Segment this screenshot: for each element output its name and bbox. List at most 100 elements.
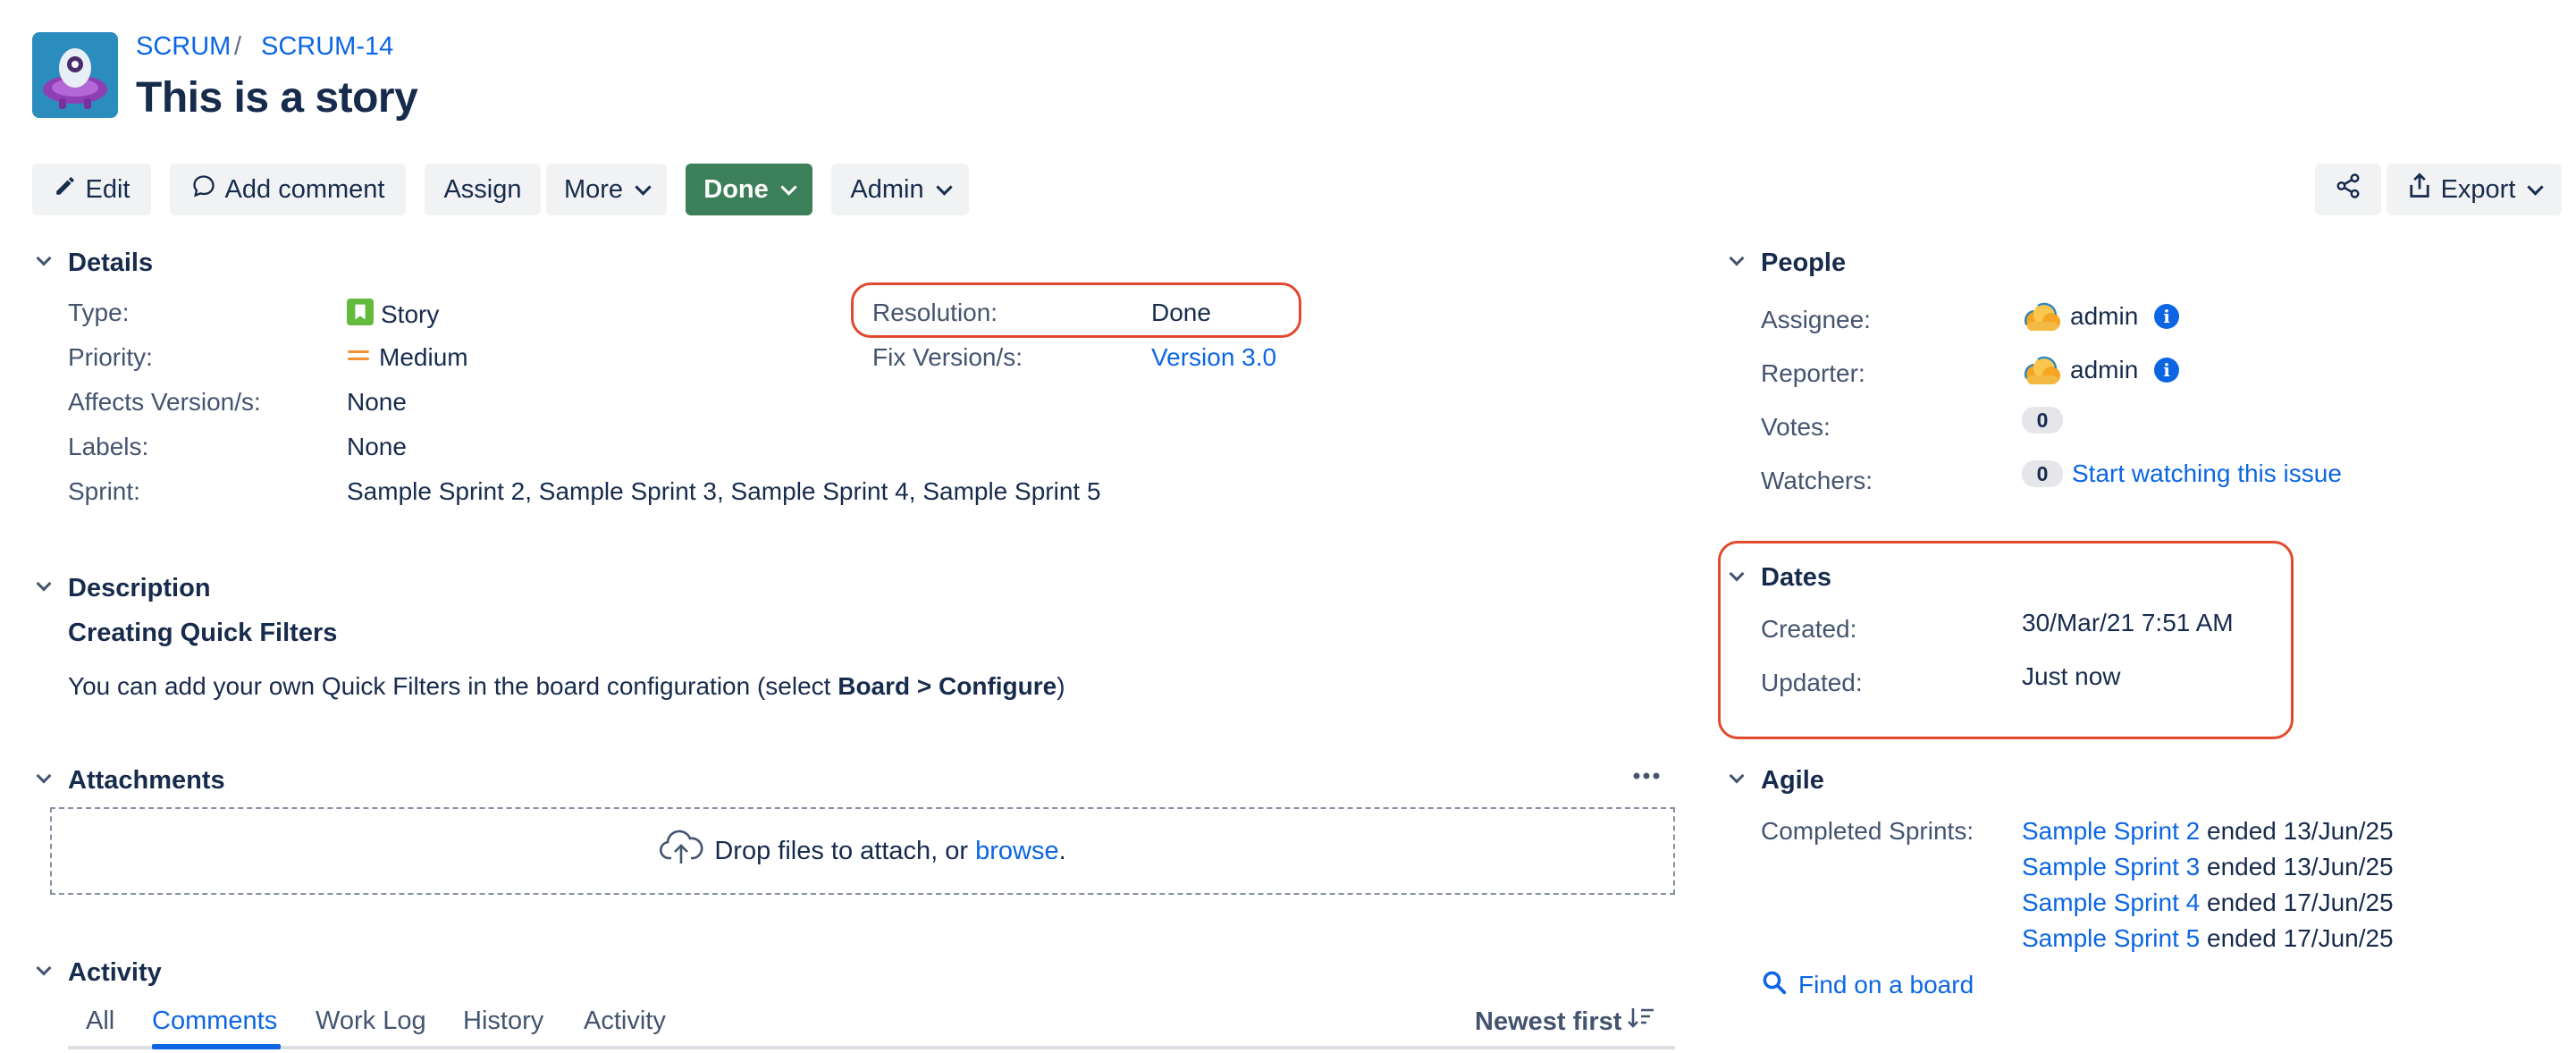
edit-label: Edit — [85, 174, 130, 204]
priority-label: Priority: — [68, 343, 153, 371]
completed-sprints-label: Completed Sprints: — [1761, 817, 1974, 845]
chevron-down-icon — [780, 178, 797, 196]
share-button[interactable] — [2315, 164, 2381, 215]
agile-collapse-icon[interactable] — [1729, 768, 1745, 784]
more-icon[interactable] — [1632, 767, 1661, 789]
completed-sprint-item: Sample Sprint 5 ended 17/Jun/25 — [2022, 924, 2394, 953]
resolution-label: Resolution: — [872, 299, 998, 326]
find-on-board-link[interactable]: Find on a board — [1761, 969, 1974, 1000]
labels-label: Labels: — [68, 433, 149, 460]
chevron-down-icon — [2527, 178, 2545, 196]
watchers-count-badge[interactable]: 0 — [2022, 460, 2063, 487]
fix-version-label: Fix Version/s: — [872, 343, 1023, 371]
description-collapse-icon[interactable] — [36, 576, 52, 592]
sort-button[interactable]: Newest first — [1475, 1005, 1655, 1039]
tab-history[interactable]: History — [463, 1007, 543, 1036]
priority-field: Medium — [347, 343, 468, 372]
search-icon — [1761, 969, 1788, 1000]
sprint-ended: ended 13/Jun/25 — [2207, 853, 2394, 880]
people-collapse-icon[interactable] — [1729, 250, 1745, 266]
sprint-link[interactable]: Sample Sprint 3 — [2022, 853, 2200, 880]
sort-icon — [1627, 1005, 1655, 1039]
info-icon[interactable]: i — [2154, 358, 2179, 383]
project-avatar-icon[interactable] — [32, 32, 118, 118]
tab-work-log[interactable]: Work Log — [316, 1007, 426, 1036]
assignee-value[interactable]: admin — [2070, 302, 2138, 331]
tab-activity[interactable]: Activity — [584, 1007, 666, 1036]
attachment-dropzone[interactable]: Drop files to attach, or browse. — [50, 807, 1675, 895]
assignee-avatar — [2022, 300, 2061, 334]
affects-version-value: None — [347, 388, 407, 416]
breadcrumb-project[interactable]: SCRUM — [136, 32, 231, 62]
active-tab-indicator — [152, 1044, 281, 1049]
votes-count-badge[interactable]: 0 — [2022, 407, 2063, 434]
breadcrumb-issue-key[interactable]: SCRUM-14 — [261, 32, 393, 62]
admin-label: Admin — [850, 174, 924, 204]
sprint-ended: ended 17/Jun/25 — [2207, 924, 2394, 952]
resolution-value: Done — [1151, 299, 1211, 326]
sprint-ended: ended 17/Jun/25 — [2207, 889, 2394, 916]
type-value: Story — [381, 299, 440, 328]
dropzone-text: Drop files to attach, or — [714, 836, 976, 865]
tab-all[interactable]: All — [86, 1007, 114, 1036]
info-icon[interactable]: i — [2154, 304, 2179, 329]
reporter-label: Reporter: — [1761, 359, 1865, 387]
export-button[interactable]: Export — [2387, 164, 2562, 215]
sprint-ended: ended 13/Jun/25 — [2207, 817, 2394, 845]
updated-label: Updated: — [1761, 669, 1863, 696]
share-icon — [2335, 173, 2361, 206]
assignee-label: Assignee: — [1761, 306, 1871, 333]
type-label: Type: — [68, 299, 130, 326]
chevron-down-icon — [635, 178, 652, 196]
sprint-link[interactable]: Sample Sprint 5 — [2022, 924, 2200, 952]
admin-button[interactable]: Admin — [831, 164, 969, 215]
reporter-value[interactable]: admin — [2070, 356, 2138, 384]
activity-heading: Activity — [68, 958, 162, 987]
add-comment-label: Add comment — [224, 174, 385, 204]
description-text-start: You can add your own Quick Filters in th… — [68, 672, 838, 700]
completed-sprint-item: Sample Sprint 3 ended 13/Jun/25 — [2022, 853, 2394, 881]
page-title: This is a story — [136, 74, 418, 122]
comment-icon — [191, 173, 216, 206]
pencil-icon — [54, 174, 77, 205]
agile-heading: Agile — [1761, 766, 1824, 795]
status-label: Done — [703, 174, 769, 204]
status-done-button[interactable]: Done — [686, 164, 812, 215]
export-icon — [2407, 173, 2432, 206]
description-text: You can add your own Quick Filters in th… — [68, 672, 1065, 701]
updated-value: Just now — [2022, 662, 2121, 690]
attachments-collapse-icon[interactable] — [36, 768, 52, 784]
affects-version-label: Affects Version/s: — [68, 388, 261, 416]
labels-value: None — [347, 433, 407, 460]
watchers-label: Watchers: — [1761, 467, 1873, 494]
description-heading: Description — [68, 574, 211, 602]
add-comment-button[interactable]: Add comment — [170, 164, 406, 215]
details-collapse-icon[interactable] — [36, 250, 52, 266]
people-heading: People — [1761, 249, 1847, 277]
created-value: 30/Mar/21 7:51 AM — [2022, 609, 2234, 636]
sprint-link[interactable]: Sample Sprint 4 — [2022, 889, 2200, 916]
assign-button[interactable]: Assign — [425, 164, 541, 215]
assign-label: Assign — [443, 174, 522, 204]
fix-version-link[interactable]: Version 3.0 — [1151, 343, 1276, 372]
created-label: Created: — [1761, 615, 1857, 643]
find-on-board-label: Find on a board — [1798, 970, 1974, 998]
cloud-upload-icon — [659, 830, 703, 872]
browse-link[interactable]: browse — [975, 837, 1059, 865]
tabs-divider — [68, 1046, 1675, 1049]
priority-value: Medium — [379, 343, 468, 371]
edit-button[interactable]: Edit — [32, 164, 151, 215]
more-button[interactable]: More — [546, 164, 667, 215]
sprint-value: Sample Sprint 2, Sample Sprint 3, Sample… — [347, 477, 1101, 505]
description-text-bold: Board > Configure — [838, 672, 1057, 700]
sprint-link[interactable]: Sample Sprint 2 — [2022, 817, 2200, 845]
tab-comments[interactable]: Comments — [152, 1007, 277, 1036]
medium-priority-icon — [347, 346, 370, 370]
breadcrumb-separator: / — [234, 32, 242, 61]
dates-heading: Dates — [1761, 563, 1831, 592]
start-watching-link[interactable]: Start watching this issue — [2072, 459, 2342, 488]
completed-sprint-item: Sample Sprint 2 ended 13/Jun/25 — [2022, 817, 2394, 846]
votes-label: Votes: — [1761, 413, 1831, 441]
activity-collapse-icon[interactable] — [36, 960, 52, 976]
sprint-label: Sprint: — [68, 477, 140, 505]
